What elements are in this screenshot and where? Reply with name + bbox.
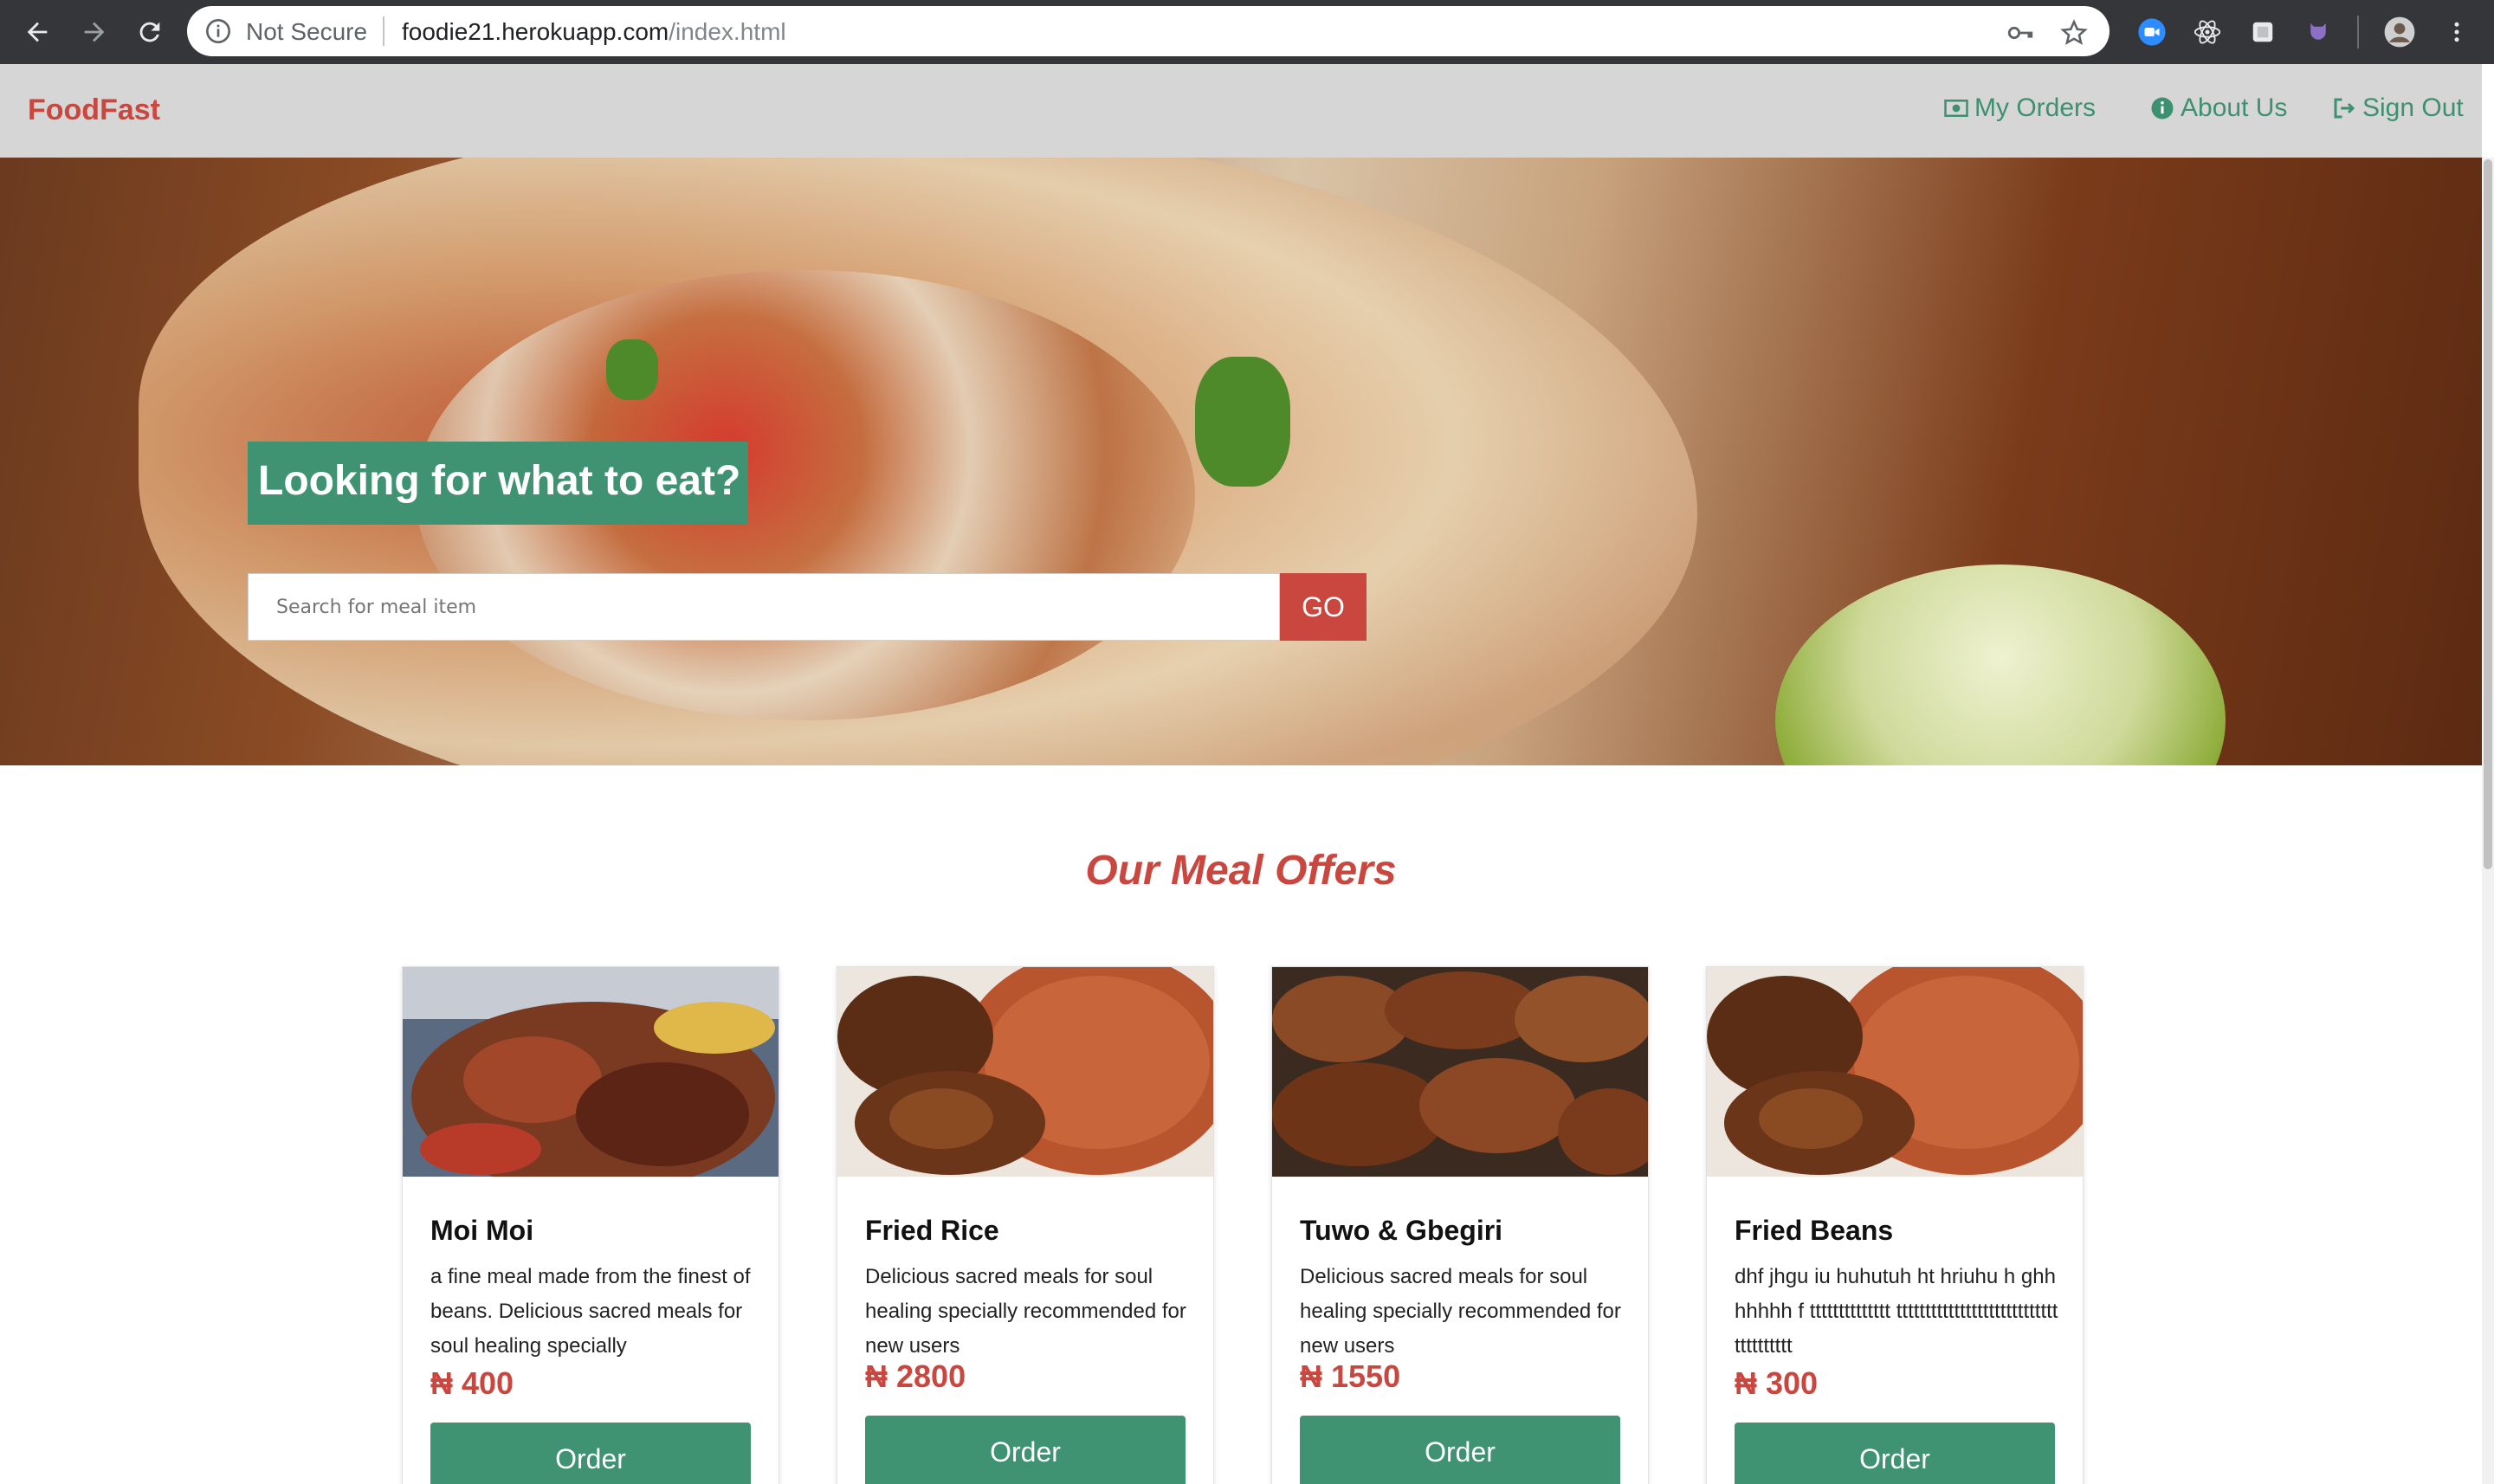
reload-button[interactable] [130, 12, 170, 52]
search-go-button[interactable]: GO [1280, 573, 1367, 641]
profile-avatar-icon[interactable] [2383, 16, 2416, 48]
back-button[interactable] [17, 12, 57, 52]
nav-sign-out-label: Sign Out [2362, 94, 2464, 122]
nav-sign-out[interactable]: Sign Out [2331, 94, 2464, 123]
nav-my-orders-label: My Orders [1974, 94, 2097, 122]
sign-out-icon [2334, 98, 2355, 119]
github-extension-icon[interactable] [2302, 16, 2335, 48]
meal-image [837, 967, 1213, 1177]
meal-name: Moi Moi [430, 1215, 534, 1246]
browser-toolbar: Not Secure foodie21.herokuapp.com/index.… [0, 0, 2494, 64]
meal-name: Fried Beans [1735, 1215, 1894, 1246]
order-button[interactable]: Order [1735, 1423, 2055, 1484]
nav-about-us-label: About Us [2181, 94, 2288, 122]
meal-name: Fried Rice [865, 1215, 999, 1246]
arrow-right-icon [84, 22, 105, 42]
meal-card: Fried Beans dhf jhgu iu huhutuh ht hriuh… [1706, 966, 2084, 1484]
meal-image [1707, 967, 2083, 1177]
meal-image [1272, 967, 1648, 1177]
key-icon[interactable] [2006, 18, 2035, 48]
hero-pepper-image [1195, 357, 1290, 487]
money-icon [1944, 100, 1968, 117]
meal-price: ₦ 400 [430, 1365, 514, 1401]
order-button[interactable]: Order [865, 1416, 1186, 1484]
meal-card: Moi Moi a fine meal made from the finest… [402, 966, 779, 1484]
info-icon [2151, 97, 2174, 119]
site-navbar: FoodFast My Orders About Us Sign Out [0, 64, 2482, 158]
url-path: /index.html [669, 18, 786, 45]
scrollbar-thumb[interactable] [2484, 159, 2492, 869]
more-menu-icon[interactable] [2440, 16, 2473, 48]
meal-price: ₦ 300 [1735, 1365, 1819, 1401]
toolbar-divider [2357, 16, 2359, 48]
address-bar[interactable]: Not Secure foodie21.herokuapp.com/index.… [187, 6, 2110, 56]
nav-my-orders[interactable]: My Orders [1943, 94, 2096, 123]
forward-button[interactable] [74, 12, 114, 52]
brand-logo[interactable]: FoodFast [28, 94, 160, 127]
extension-square-icon[interactable] [2246, 16, 2279, 48]
url-text[interactable]: foodie21.herokuapp.com/index.html [402, 18, 786, 46]
meal-image [403, 967, 779, 1177]
react-devtools-icon[interactable] [2191, 16, 2224, 48]
star-icon[interactable] [2059, 18, 2089, 48]
meal-card: Tuwo & Gbegiri Delicious sacred meals fo… [1271, 966, 1649, 1484]
hero-heading: Looking for what to eat? [248, 442, 748, 525]
meal-description: Delicious sacred meals for soul healing … [865, 1265, 1186, 1358]
arrow-left-icon [27, 22, 48, 42]
meal-card: Fried Rice Delicious sacred meals for so… [837, 966, 1214, 1484]
order-button[interactable]: Order [430, 1423, 751, 1484]
offers-heading: Our Meal Offers [1085, 848, 1397, 894]
meal-description: dhf jhgu iu huhutuh ht hriuhu h ghhhhhhh… [1735, 1265, 2058, 1358]
security-label: Not Secure [246, 18, 368, 45]
meal-price: ₦ 1550 [1300, 1358, 1401, 1394]
meal-description: Delicious sacred meals for soul healing … [1300, 1265, 1621, 1358]
order-button[interactable]: Order [1300, 1416, 1620, 1484]
reload-icon [139, 22, 160, 42]
meal-description: a fine meal made from the finest of bean… [430, 1265, 751, 1358]
omnibox-divider [383, 16, 384, 46]
info-circle-icon[interactable] [204, 17, 232, 45]
hero-lime-image [1775, 565, 2226, 765]
zoom-extension-icon[interactable] [2135, 16, 2168, 48]
meal-search-input[interactable] [249, 574, 1279, 640]
hero-pepper-image [606, 339, 658, 400]
nav-about-us[interactable]: About Us [2149, 94, 2287, 123]
url-host: foodie21.herokuapp.com [402, 18, 669, 45]
meal-price: ₦ 2800 [865, 1358, 966, 1394]
meal-search-box[interactable] [248, 573, 1280, 641]
meal-name: Tuwo & Gbegiri [1300, 1215, 1503, 1246]
